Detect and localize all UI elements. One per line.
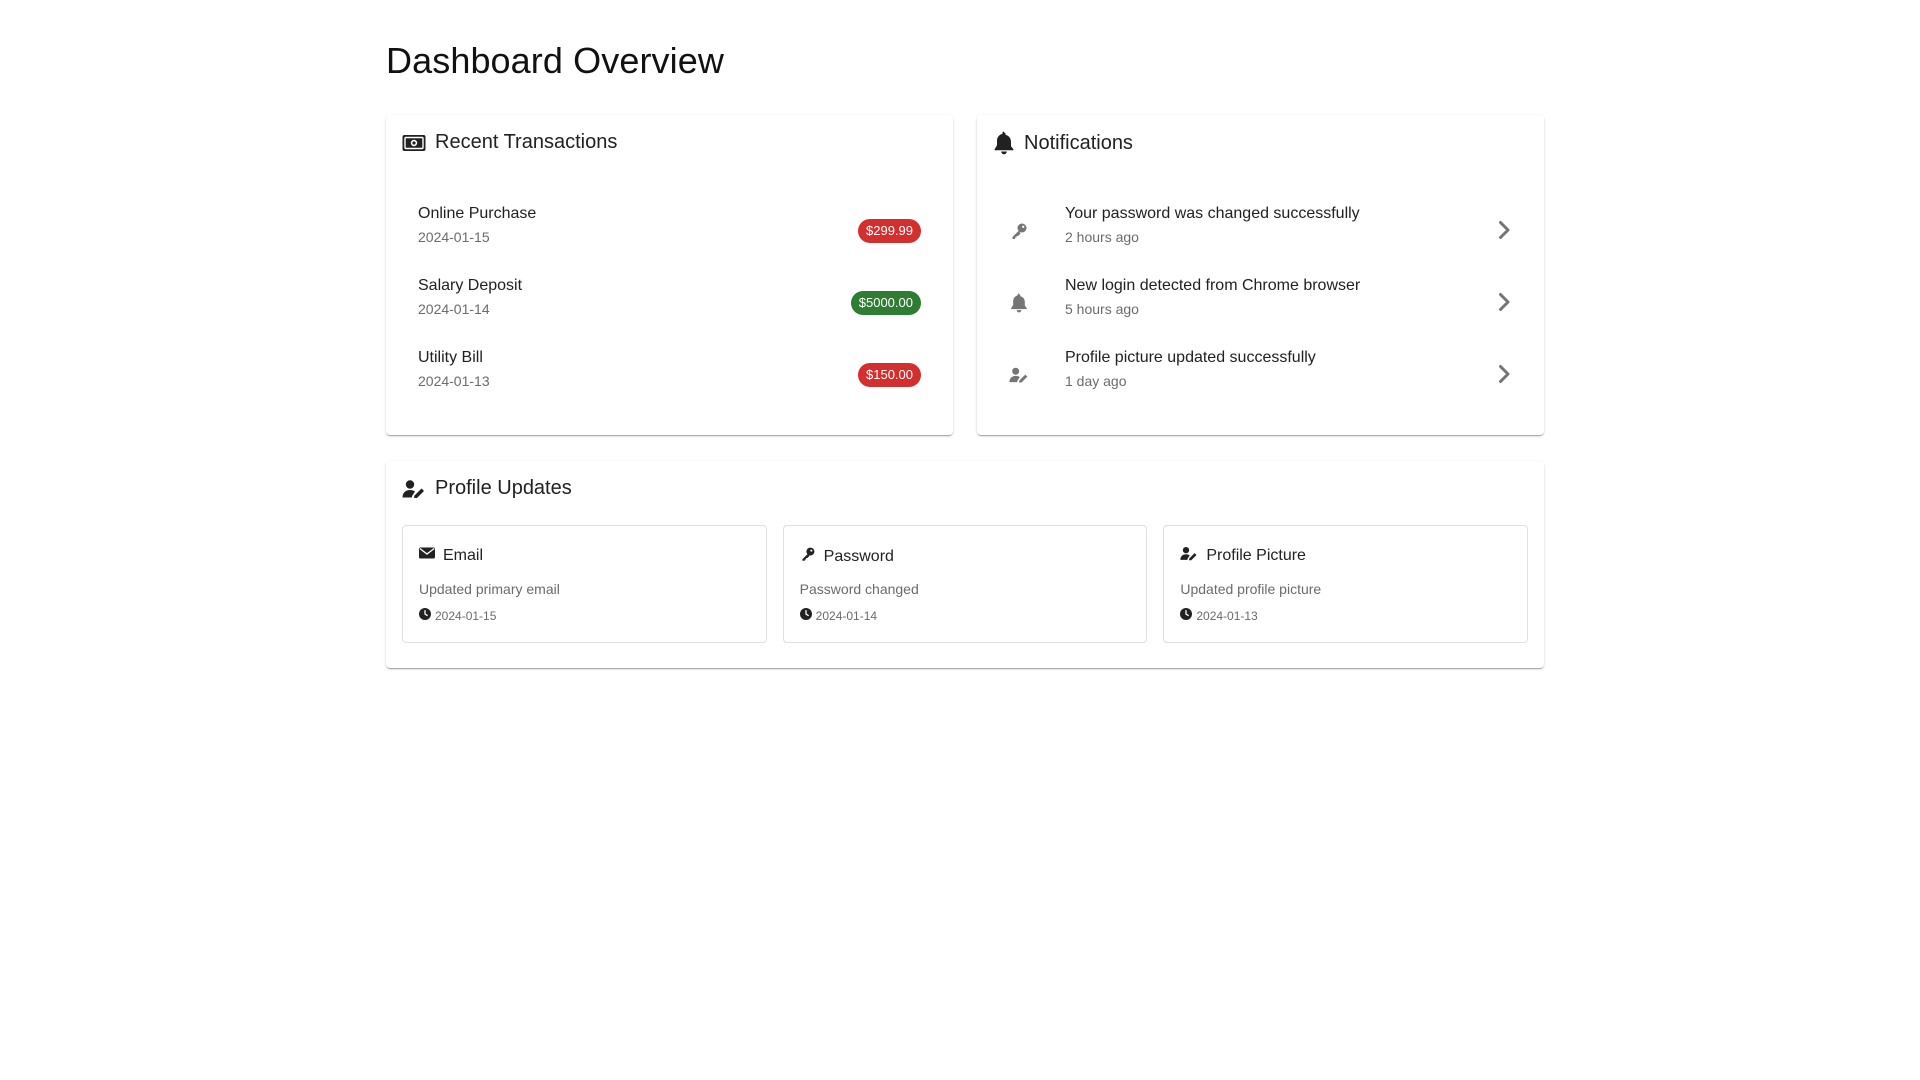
transactions-header: Recent Transactions bbox=[402, 131, 617, 154]
profile-update-description: Updated profile picture bbox=[1180, 581, 1322, 597]
profile-update-head: Profile Picture bbox=[1180, 546, 1306, 566]
chevron-right-icon bbox=[1492, 218, 1516, 242]
list-item: Online Purchase 2024-01-15 $299.99 bbox=[402, 195, 937, 267]
profile-updates-header: Profile Updates bbox=[402, 477, 572, 500]
clock-icon bbox=[1180, 608, 1193, 623]
transaction-date: 2024-01-13 bbox=[418, 373, 490, 389]
profile-update-date-text: 2024-01-14 bbox=[815, 608, 878, 623]
profile-updates-card: Profile Updates Email Updated primary em… bbox=[386, 461, 1544, 668]
page-title: Dashboard Overview bbox=[386, 40, 724, 81]
notifications-title: Notifications bbox=[1024, 131, 1133, 154]
transaction-date: 2024-01-14 bbox=[418, 301, 490, 317]
notification-message: Your password was changed successfully bbox=[1065, 205, 1360, 222]
user-edit-icon bbox=[402, 479, 426, 499]
amount-chip: $5000.00 bbox=[850, 291, 921, 315]
notification-message: Profile picture updated successfully bbox=[1065, 349, 1316, 366]
notification-time: 5 hours ago bbox=[1065, 301, 1139, 317]
clock-icon bbox=[799, 608, 812, 623]
notification-message: New login detected from Chrome browser bbox=[1065, 277, 1361, 294]
transaction-label: Online Purchase bbox=[418, 205, 537, 222]
list-item: Utility Bill 2024-01-13 $150.00 bbox=[402, 339, 937, 411]
transaction-label: Salary Deposit bbox=[418, 277, 523, 294]
amount-chip: $299.99 bbox=[858, 219, 921, 243]
notification-item[interactable]: Your password was changed successfully 2… bbox=[977, 195, 1544, 267]
profile-update-date: 2024-01-15 bbox=[419, 608, 496, 623]
notification-item[interactable]: Profile picture updated successfully 1 d… bbox=[977, 339, 1544, 411]
transactions-list: Online Purchase 2024-01-15 $299.99 Salar… bbox=[402, 195, 937, 411]
notifications-header: Notifications bbox=[993, 131, 1133, 155]
envelope-icon bbox=[419, 546, 435, 565]
profile-update-head: Password bbox=[800, 546, 894, 567]
amount-chip: $150.00 bbox=[858, 363, 921, 387]
profile-updates-grid: Email Updated primary email 2024-01-15 P… bbox=[402, 525, 1529, 643]
chevron-right-icon bbox=[1492, 362, 1516, 386]
profile-update-item: Password Password changed 2024-01-14 bbox=[782, 525, 1148, 643]
key-icon bbox=[800, 546, 816, 567]
notification-time: 2 hours ago bbox=[1065, 229, 1139, 245]
transactions-card: Recent Transactions Online Purchase 2024… bbox=[386, 115, 953, 435]
profile-update-date-text: 2024-01-15 bbox=[435, 608, 497, 623]
notifications-list: Your password was changed successfully 2… bbox=[977, 195, 1544, 411]
bell-icon bbox=[1009, 293, 1029, 313]
profile-updates-title: Profile Updates bbox=[435, 477, 572, 499]
profile-update-head: Email bbox=[419, 546, 483, 565]
profile-update-description: Updated primary email bbox=[419, 581, 560, 597]
chevron-right-icon bbox=[1492, 290, 1516, 314]
profile-update-date: 2024-01-13 bbox=[1180, 608, 1258, 623]
key-icon bbox=[1009, 221, 1029, 241]
profile-update-title: Email bbox=[443, 546, 484, 564]
notification-item[interactable]: New login detected from Chrome browser 5… bbox=[977, 267, 1544, 339]
profile-update-title: Password bbox=[823, 547, 894, 565]
profile-update-date-text: 2024-01-13 bbox=[1196, 608, 1258, 623]
clock-icon bbox=[419, 608, 431, 623]
profile-update-description: Password changed bbox=[799, 581, 919, 597]
money-bill-icon bbox=[402, 134, 426, 152]
user-edit-icon bbox=[1180, 546, 1198, 566]
notification-time: 1 day ago bbox=[1065, 373, 1127, 389]
list-item: Salary Deposit 2024-01-14 $5000.00 bbox=[402, 267, 937, 339]
transaction-label: Utility Bill bbox=[418, 349, 483, 366]
profile-update-item: Profile Picture Updated profile picture … bbox=[1163, 525, 1529, 643]
transaction-date: 2024-01-15 bbox=[418, 229, 490, 245]
notifications-card: Notifications Your password was changed … bbox=[977, 115, 1544, 435]
bell-icon bbox=[993, 131, 1015, 155]
user-edit-icon bbox=[1009, 365, 1029, 385]
profile-update-item: Email Updated primary email 2024-01-15 bbox=[402, 525, 767, 643]
transactions-title: Recent Transactions bbox=[435, 131, 618, 153]
profile-update-date: 2024-01-14 bbox=[799, 608, 878, 623]
profile-update-title: Profile Picture bbox=[1206, 547, 1306, 564]
